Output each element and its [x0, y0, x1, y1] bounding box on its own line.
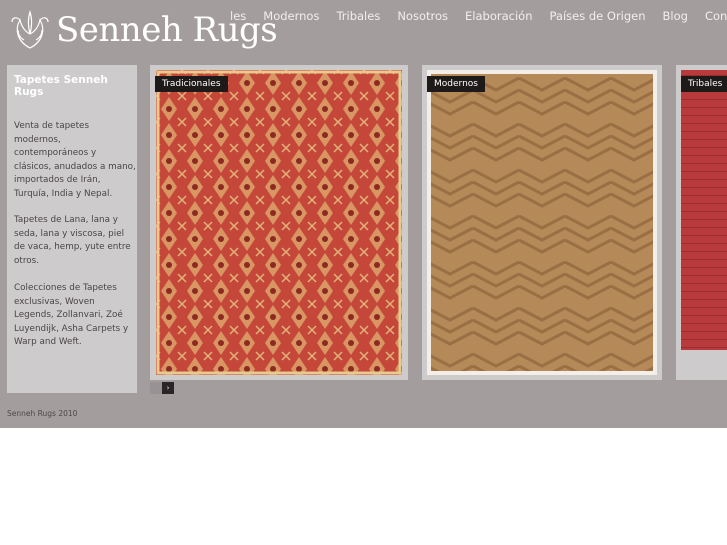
nav-item-blog[interactable]: Blog — [663, 9, 688, 23]
category-card-modernos[interactable]: Modernos — [422, 65, 662, 380]
ornament-icon — [11, 10, 49, 49]
rug-image — [427, 70, 657, 375]
rug-image — [156, 70, 402, 375]
nav-item-tradicionales[interactable]: les — [230, 9, 246, 23]
sidebar-paragraph: Colecciones de Tapetes exclusivas, Woven… — [14, 283, 129, 348]
category-card-tribales[interactable]: Tribales — [676, 65, 727, 380]
nav-item-modernos[interactable]: Modernos — [263, 9, 319, 23]
slider-next-button[interactable]: › — [162, 382, 174, 394]
nav-item-contacto[interactable]: Contacto — [705, 9, 727, 23]
sidebar-title: Tapetes Senneh Rugs — [14, 74, 108, 98]
slider-pager-prev[interactable] — [150, 382, 162, 394]
footer-text: Senneh Rugs 2010 — [7, 409, 78, 418]
nav-item-paises[interactable]: Países de Origen — [549, 9, 645, 23]
intro-sidebar: Tapetes Senneh Rugs Venta de tapetes mod… — [7, 65, 137, 393]
nav-item-tribales[interactable]: Tribales — [336, 9, 380, 23]
card-label: Tribales — [681, 76, 727, 92]
sidebar-paragraph: Tapetes de Lana, lana y seda, lana y vis… — [14, 215, 131, 266]
nav-item-nosotros[interactable]: Nosotros — [397, 9, 448, 23]
main-nav: les Modernos Tribales Nosotros Elaboraci… — [230, 9, 727, 23]
nav-item-elaboracion[interactable]: Elaboración — [465, 9, 532, 23]
card-label: Modernos — [427, 76, 485, 92]
card-label: Tradicionales — [155, 76, 228, 92]
rug-image — [681, 70, 727, 350]
category-card-tradicionales[interactable]: Tradicionales — [150, 65, 408, 380]
sidebar-paragraph: Venta de tapetes modernos, contemporáneo… — [14, 121, 136, 199]
